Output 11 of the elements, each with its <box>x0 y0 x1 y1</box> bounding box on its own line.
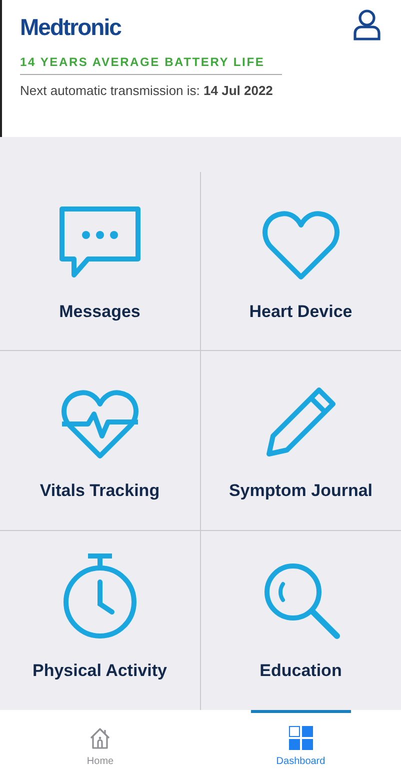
heart-icon <box>260 208 341 281</box>
brand-logo: Medtronic <box>20 13 121 42</box>
dashboard-tile[interactable]: Messages <box>0 172 200 352</box>
nav-tab[interactable]: Dashboard <box>200 710 401 774</box>
battery-life-text: 14 YEARS AVERAGE BATTERY LIFE <box>20 52 282 74</box>
house-icon <box>88 726 112 750</box>
stopwatch-icon <box>62 552 138 640</box>
grid-icon <box>288 726 313 750</box>
transmission-text: Next automatic transmission is: 14 Jul 2022 <box>20 82 274 100</box>
profile-icon[interactable] <box>353 9 381 41</box>
dashboard-tile[interactable]: Vitals Tracking <box>0 351 200 531</box>
